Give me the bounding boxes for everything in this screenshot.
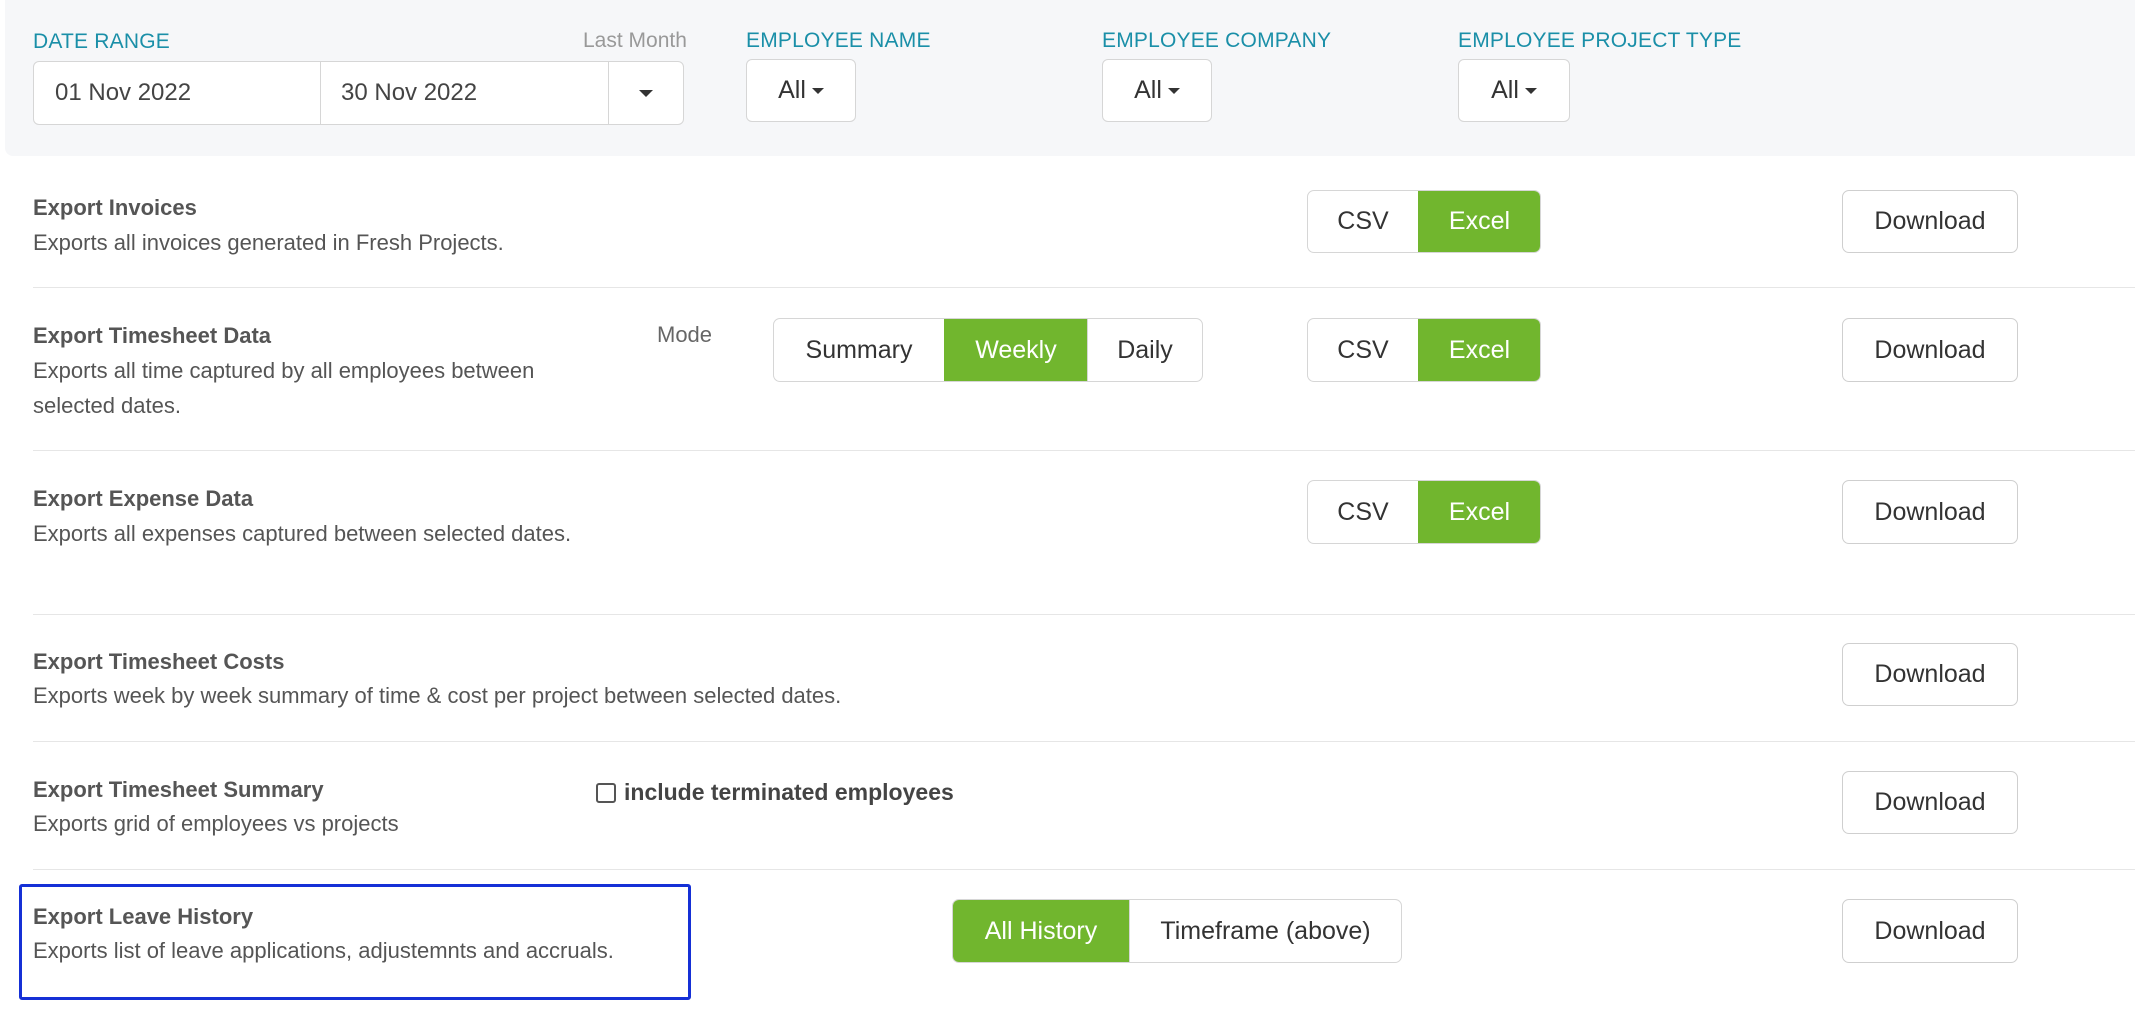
row-divider (33, 741, 2135, 742)
export-expense-data-description: Exports all expenses captured between se… (33, 521, 572, 546)
timesheet-format-toggle: CSV Excel (1307, 318, 1541, 382)
invoices-csv-option[interactable]: CSV (1308, 191, 1418, 252)
export-invoices-description: Exports all invoices generated in Fresh … (33, 230, 504, 255)
expense-data-download-button[interactable]: Download (1842, 480, 2018, 544)
caret-down-icon (639, 89, 653, 97)
employee-name-value: All (778, 76, 806, 104)
caret-down-icon (1167, 87, 1180, 94)
include-terminated-checkbox[interactable] (596, 782, 616, 803)
date-range-dropdown-toggle[interactable] (609, 62, 683, 124)
export-expense-data-title: Export Expense Data (33, 486, 254, 511)
row-divider (33, 614, 2135, 615)
date-range-label: DATE RANGE (33, 30, 170, 53)
employee-name-label: EMPLOYEE NAME (746, 29, 931, 52)
timesheet-mode-toggle: Summary Weekly Daily (773, 318, 1203, 382)
date-to-input[interactable]: 30 Nov 2022 (321, 62, 609, 124)
row-divider (33, 450, 2135, 451)
export-timesheet-data-title: Export Timesheet Data (33, 323, 272, 348)
export-page: DATE RANGE Last Month EMPLOYEE NAME EMPL… (0, 0, 2135, 1024)
expense-csv-option[interactable]: CSV (1308, 481, 1418, 543)
caret-down-icon (1524, 87, 1537, 94)
invoices-excel-option[interactable]: Excel (1418, 191, 1540, 252)
employee-project-type-value: All (1491, 76, 1519, 104)
date-range-picker: 01 Nov 2022 30 Nov 2022 (33, 61, 684, 125)
employee-company-value: All (1134, 76, 1162, 104)
timesheet-costs-download-button[interactable]: Download (1842, 643, 2018, 706)
employee-company-dropdown[interactable]: All (1102, 59, 1212, 122)
timesheet-mode-label: Mode (657, 322, 713, 347)
timesheet-csv-option[interactable]: CSV (1308, 319, 1418, 381)
row-divider (33, 869, 2135, 870)
leave-history-range-toggle: All History Timeframe (above) (952, 899, 1402, 963)
mode-daily-option[interactable]: Daily (1087, 319, 1202, 381)
caret-down-icon (811, 87, 824, 94)
row-divider (33, 287, 2135, 288)
employee-project-type-label: EMPLOYEE PROJECT TYPE (1458, 29, 1742, 52)
all-history-option[interactable]: All History (953, 900, 1129, 962)
timesheet-data-download-button[interactable]: Download (1842, 318, 2018, 382)
employee-company-label: EMPLOYEE COMPANY (1102, 29, 1332, 52)
expense-excel-option[interactable]: Excel (1418, 481, 1540, 543)
timesheet-summary-download-button[interactable]: Download (1842, 771, 2018, 834)
employee-name-dropdown[interactable]: All (746, 59, 856, 122)
mode-weekly-option[interactable]: Weekly (944, 319, 1087, 381)
leave-history-download-button[interactable]: Download (1842, 899, 2018, 963)
invoices-download-button[interactable]: Download (1842, 190, 2018, 253)
export-timesheet-data-description: Exports all time captured by all employe… (33, 358, 535, 418)
timesheet-excel-option[interactable]: Excel (1418, 319, 1540, 381)
export-timesheet-costs-description: Exports week by week summary of time & c… (33, 683, 842, 708)
export-leave-history-title: Export Leave History (33, 904, 254, 929)
export-invoices-title: Export Invoices (33, 195, 197, 220)
expense-format-toggle: CSV Excel (1307, 480, 1541, 544)
employee-project-type-dropdown[interactable]: All (1458, 59, 1570, 122)
include-terminated-option: include terminated employees (596, 779, 954, 806)
date-range-preset-hint[interactable]: Last Month (583, 29, 687, 53)
mode-summary-option[interactable]: Summary (774, 319, 944, 381)
date-from-input[interactable]: 01 Nov 2022 (34, 62, 321, 124)
timeframe-above-option[interactable]: Timeframe (above) (1129, 900, 1401, 962)
export-timesheet-summary-title: Export Timesheet Summary (33, 777, 324, 802)
export-timesheet-summary-description: Exports grid of employees vs projects (33, 811, 399, 836)
invoices-format-toggle: CSV Excel (1307, 190, 1541, 253)
include-terminated-label[interactable]: include terminated employees (624, 779, 954, 806)
export-timesheet-costs-title: Export Timesheet Costs (33, 649, 285, 674)
export-leave-history-description: Exports list of leave applications, adju… (33, 938, 614, 963)
